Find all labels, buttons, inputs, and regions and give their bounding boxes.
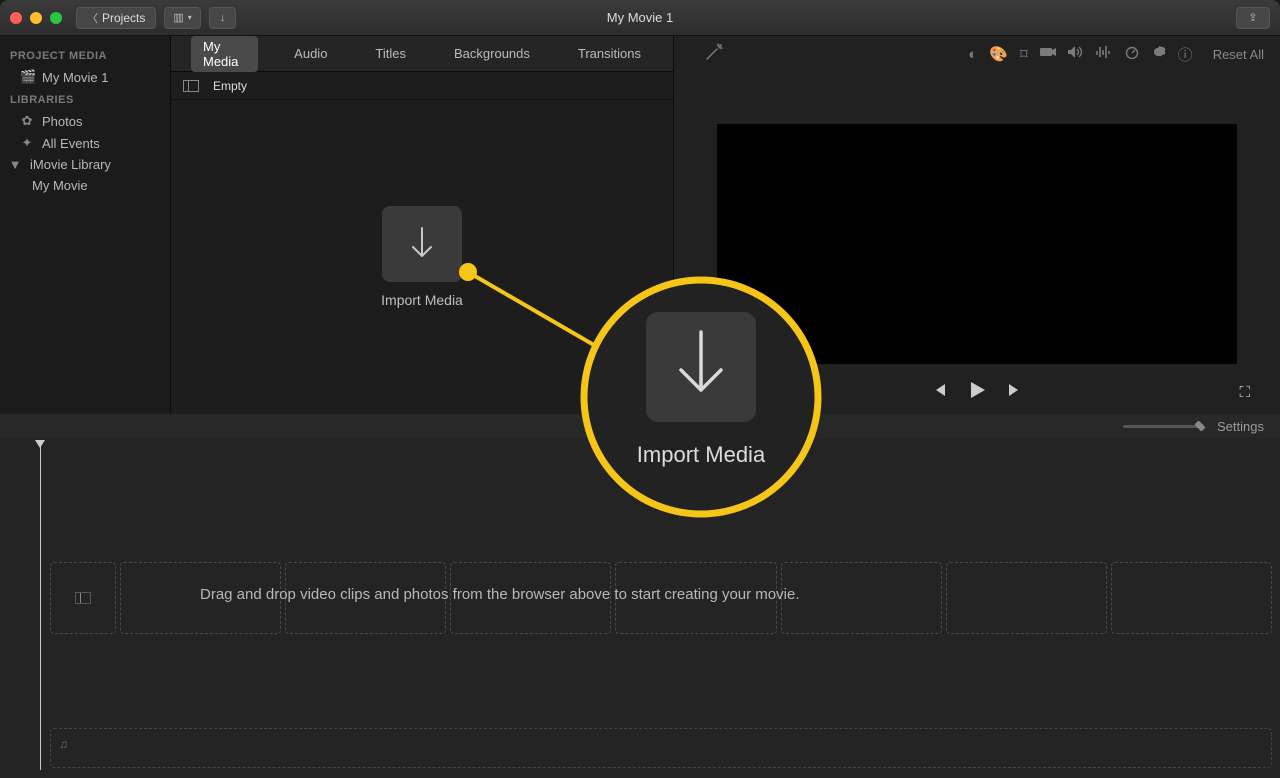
audio-track[interactable]: ♫ — [50, 728, 1272, 768]
timeline-panel: Settings Drag and drop video clips and p… — [0, 414, 1280, 778]
filmstrip-icon — [75, 592, 91, 604]
layout-toggle-icon[interactable] — [183, 80, 199, 92]
sidebar-item-all-events[interactable]: ✦ All Events — [6, 132, 164, 154]
back-projects-button[interactable]: 〈 Projects — [76, 7, 156, 29]
sidebar-item-photos[interactable]: ✿ Photos — [6, 110, 164, 132]
timeline-toolbar: Settings — [0, 414, 1280, 438]
maximize-icon[interactable] — [50, 12, 62, 24]
filters-icon[interactable] — [1152, 45, 1166, 63]
clapperboard-icon: 🎬 — [20, 69, 34, 85]
sidebar-item-imovie-library[interactable]: ▼ iMovie Library — [6, 154, 164, 175]
browser-header: Empty — [171, 72, 673, 100]
sidebar-section-libraries: LIBRARIES — [6, 88, 164, 110]
timeline-area[interactable]: Drag and drop video clips and photos fro… — [0, 442, 1280, 778]
browser-body: Import Media — [171, 100, 673, 414]
sidebar-library-label: iMovie Library — [30, 157, 111, 172]
timeline-slot[interactable] — [1111, 562, 1272, 634]
tab-my-media[interactable]: My Media — [191, 36, 258, 72]
previous-button[interactable] — [931, 382, 947, 403]
flower-icon: ✿ — [20, 113, 34, 129]
tab-transitions[interactable]: Transitions — [566, 43, 653, 64]
import-media-button[interactable] — [382, 206, 462, 282]
star-icon: ✦ — [20, 135, 34, 151]
sidebar-movie-label: My Movie — [32, 178, 88, 193]
import-arrow-icon — [407, 226, 437, 262]
chevron-left-icon: 〈 — [87, 10, 98, 26]
download-icon: ↓ — [220, 12, 226, 24]
sidebar-photos-label: Photos — [42, 114, 82, 129]
crop-icon[interactable]: ⌑ — [1020, 45, 1028, 63]
music-note-icon: ♫ — [59, 737, 68, 751]
tab-audio[interactable]: Audio — [282, 43, 339, 64]
disclosure-triangle-icon[interactable]: ▼ — [8, 157, 22, 172]
sidebar-section-project-media: PROJECT MEDIA — [6, 44, 164, 66]
window-controls — [10, 12, 62, 24]
timeline-hint: Drag and drop video clips and photos fro… — [200, 586, 799, 603]
back-label: Projects — [102, 11, 145, 25]
zoom-slider[interactable] — [1123, 425, 1203, 428]
filmstrip-icon: ▥ — [173, 11, 183, 24]
next-button[interactable] — [1007, 382, 1023, 403]
sidebar-allevents-label: All Events — [42, 136, 100, 151]
share-icon: ⇪ — [1248, 11, 1257, 24]
sidebar-item-my-movie[interactable]: My Movie — [6, 175, 164, 196]
color-correction-icon[interactable]: 🎨 — [989, 45, 1008, 63]
browser-state-label: Empty — [213, 79, 247, 93]
import-media-label: Import Media — [381, 292, 463, 308]
playback-controls: ⛶ — [674, 370, 1280, 414]
stabilize-icon[interactable] — [1040, 45, 1056, 63]
titlebar: 〈 Projects ▥ ▾ ↓ My Movie 1 ⇪ — [0, 0, 1280, 36]
noise-reduction-icon[interactable] — [1096, 45, 1112, 63]
view-mode-button[interactable]: ▥ ▾ — [164, 7, 200, 29]
timeline-slot[interactable] — [946, 562, 1107, 634]
share-button[interactable]: ⇪ — [1236, 7, 1270, 29]
viewer-toolbar: ◐ 🎨 ⌑ ⓘ Reset All — [674, 36, 1280, 72]
settings-button[interactable]: Settings — [1217, 419, 1264, 434]
fullscreen-icon[interactable]: ⛶ — [1239, 384, 1250, 401]
speed-icon[interactable] — [1124, 45, 1140, 63]
chevron-down-icon: ▾ — [188, 13, 192, 22]
magic-wand-icon[interactable] — [704, 42, 724, 67]
info-icon[interactable]: ⓘ — [1178, 44, 1193, 65]
play-button[interactable] — [967, 380, 987, 405]
sidebar: PROJECT MEDIA 🎬 My Movie 1 LIBRARIES ✿ P… — [0, 36, 170, 414]
tab-titles[interactable]: Titles — [363, 43, 418, 64]
browser-tabs: My Media Audio Titles Backgrounds Transi… — [171, 36, 673, 72]
reset-all-button[interactable]: Reset All — [1213, 47, 1264, 62]
minimize-icon[interactable] — [30, 12, 42, 24]
media-browser: My Media Audio Titles Backgrounds Transi… — [170, 36, 674, 414]
playhead[interactable] — [40, 442, 41, 770]
preview-area — [717, 124, 1237, 364]
timeline-slot[interactable] — [781, 562, 942, 634]
sidebar-item-project[interactable]: 🎬 My Movie 1 — [6, 66, 164, 88]
timeline-thumbnail-slot[interactable] — [50, 562, 116, 634]
sidebar-project-label: My Movie 1 — [42, 70, 108, 85]
tab-backgrounds[interactable]: Backgrounds — [442, 43, 542, 64]
import-button[interactable]: ↓ — [209, 7, 237, 29]
volume-icon[interactable] — [1068, 45, 1084, 63]
viewer-canvas — [674, 72, 1280, 370]
color-balance-icon[interactable]: ◐ — [968, 46, 977, 63]
close-icon[interactable] — [10, 12, 22, 24]
viewer-panel: ◐ 🎨 ⌑ ⓘ Reset All — [674, 36, 1280, 414]
